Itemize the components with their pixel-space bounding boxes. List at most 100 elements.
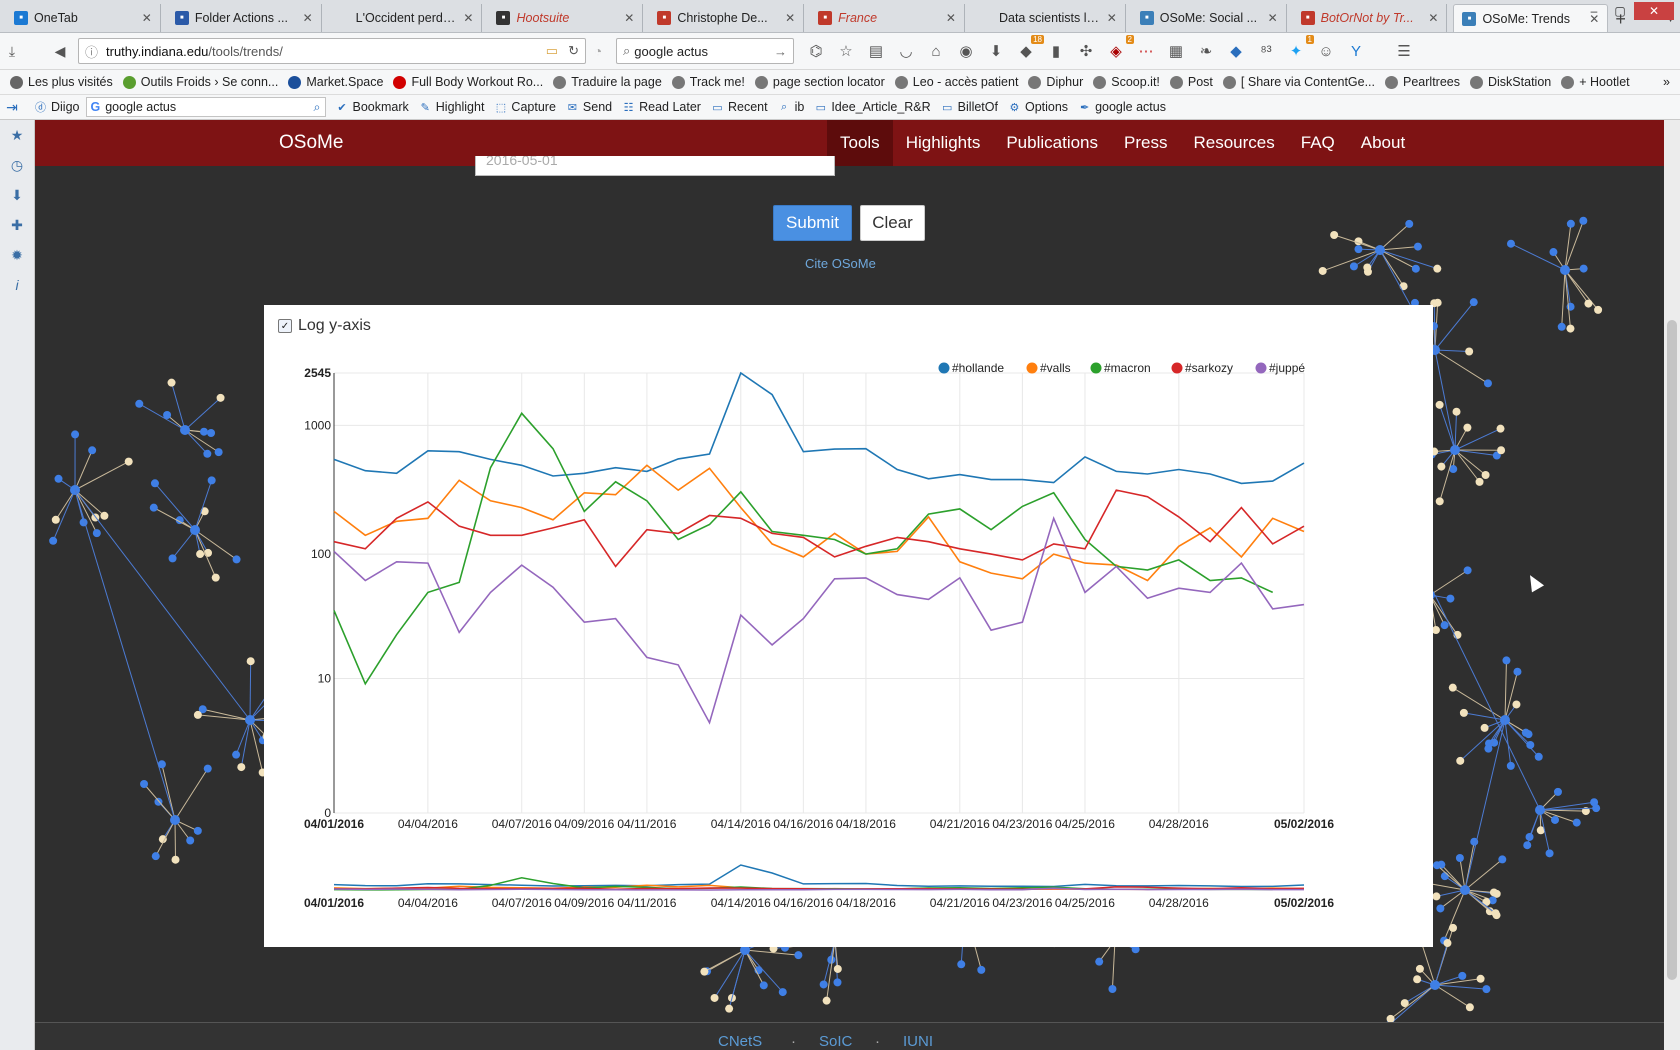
diigo-item[interactable]: ▭ Recent	[711, 100, 767, 114]
rss-icon[interactable]: ◔	[586, 39, 610, 63]
diigo-item[interactable]: ✔ Bookmark	[336, 100, 408, 114]
diigo-search-input[interactable]: google actus	[105, 100, 308, 114]
nav-publications[interactable]: Publications	[993, 120, 1111, 166]
chat-icon[interactable]: ◉	[954, 39, 978, 63]
bookmark-item[interactable]: + Hootlet	[1561, 75, 1630, 89]
page-scrollbar[interactable]	[1664, 120, 1680, 1050]
close-tab-icon[interactable]: ✕	[1107, 11, 1117, 25]
bookmarks-overflow-icon[interactable]: »	[1663, 75, 1670, 89]
leaf-icon[interactable]: ❧	[1194, 39, 1218, 63]
diigo-item[interactable]: ☷ Read Later	[622, 100, 701, 114]
diigo-item[interactable]: ⬚ Capture	[494, 100, 556, 114]
close-tab-icon[interactable]: ✕	[946, 11, 956, 25]
extension-badge-icon[interactable]: ◆ 18	[1014, 35, 1044, 63]
minimize-button[interactable]: –	[1582, 2, 1606, 20]
bookmark-item[interactable]: Traduire la page	[553, 75, 662, 89]
end-date-input[interactable]: 2016-05-01	[475, 156, 835, 176]
footer-link-soic[interactable]: SoIC	[819, 1033, 852, 1050]
nav-highlights[interactable]: Highlights	[893, 120, 994, 166]
diigo-menu[interactable]: ⓓ Diigo	[34, 100, 80, 114]
browser-tab[interactable]: ■ Christophe De... ✕	[649, 4, 805, 32]
nav-resources[interactable]: Resources	[1180, 120, 1287, 166]
bookmark-item[interactable]: Outils Froids › Se conn...	[122, 75, 278, 89]
close-window-button[interactable]: ✕	[1634, 2, 1674, 20]
bookmark-item[interactable]: Leo - accès patient	[894, 75, 1018, 89]
bookmark-item[interactable]: Market.Space	[288, 75, 383, 89]
log-axis-toggle[interactable]: ✓ Log y-axis	[278, 317, 371, 335]
site-brand[interactable]: OSoMe	[279, 120, 343, 166]
pocket-icon[interactable]: ◡	[894, 39, 918, 63]
cite-link[interactable]: Cite OSoMe	[805, 256, 876, 271]
diigo-item[interactable]: ⚙ Options	[1008, 100, 1069, 114]
bookmark-item[interactable]: Les plus visités	[10, 75, 113, 89]
bookmark-item[interactable]: Full Body Workout Ro...	[393, 75, 543, 89]
downloads-icon[interactable]: ⬇	[0, 180, 34, 210]
bookmark-item[interactable]: Post	[1169, 75, 1213, 89]
close-tab-icon[interactable]: ✕	[624, 11, 634, 25]
close-tab-icon[interactable]: ✕	[785, 11, 795, 25]
diigo-item[interactable]: ✎ Highlight	[419, 100, 485, 114]
submit-button[interactable]: Submit	[773, 205, 852, 241]
nav-faq[interactable]: FAQ	[1288, 120, 1348, 166]
log-axis-checkbox[interactable]: ✓	[278, 319, 292, 333]
diigo-item[interactable]: ⌕ ib	[778, 100, 804, 114]
search-input[interactable]: google actus	[634, 44, 774, 59]
browser-tab[interactable]: L'Occident perdra ? ✕	[328, 4, 483, 32]
counter-icon[interactable]: ⁸³	[1254, 39, 1278, 63]
nav-press[interactable]: Press	[1111, 120, 1180, 166]
clipboard-icon[interactable]: ▮	[1044, 39, 1068, 63]
nav-about[interactable]: About	[1348, 120, 1418, 166]
browser-tab[interactable]: ■ OneTab ✕	[6, 4, 161, 32]
browser-tab[interactable]: ■ BotOrNot by Tr... ✕	[1293, 4, 1448, 32]
history-icon[interactable]: ◷	[0, 150, 34, 180]
info-icon[interactable]: i	[0, 270, 34, 300]
browser-tab[interactable]: ■ OSoMe: Social ... ✕	[1132, 4, 1287, 32]
home-icon[interactable]: ⌂	[924, 39, 948, 63]
emoji-icon[interactable]: ☺	[1314, 39, 1338, 63]
diigo-item[interactable]: ✉ Send	[566, 100, 612, 114]
reading-list-icon[interactable]: ▤	[864, 39, 888, 63]
bookmark-item[interactable]: Scoop.it!	[1093, 75, 1160, 89]
layers-icon[interactable]: ◆	[1224, 39, 1248, 63]
close-tab-icon[interactable]: ✕	[463, 11, 473, 25]
folder-icon[interactable]: ▭	[546, 43, 558, 59]
browser-tab[interactable]: ■ Folder Actions ... ✕	[167, 4, 322, 32]
search-go-icon[interactable]: →	[774, 44, 787, 59]
diigo-sidebar-icon[interactable]: ⇥	[0, 95, 24, 119]
maximize-button[interactable]: ▢	[1608, 2, 1632, 20]
search-bar[interactable]: ⌕ google actus →	[616, 38, 794, 64]
browser-tab[interactable]: ■ France ✕	[810, 4, 965, 32]
footer-link-cnets[interactable]: CNetS	[718, 1033, 762, 1050]
close-tab-icon[interactable]: ✕	[1268, 11, 1278, 25]
bookmark-item[interactable]: Diphur	[1028, 75, 1083, 89]
bookmark-item[interactable]: Pearltrees	[1385, 75, 1460, 89]
bookmark-item[interactable]: DiskStation	[1470, 75, 1551, 89]
scrollbar-thumb[interactable]	[1667, 320, 1677, 980]
star-icon[interactable]: ☆	[834, 39, 858, 63]
search-icon[interactable]: ⌕	[313, 100, 320, 115]
clear-button[interactable]: Clear	[860, 205, 925, 241]
bookmark-item[interactable]: page section locator	[754, 75, 885, 89]
y-icon[interactable]: Y	[1344, 39, 1368, 63]
puzzle-icon[interactable]: ✣	[1074, 39, 1098, 63]
info-icon[interactable]: ⓘ	[85, 42, 98, 61]
close-tab-icon[interactable]: ✕	[303, 11, 313, 25]
url-bar[interactable]: ⓘ truthy.indiana.edu/tools/trends/ ▭ ↻	[78, 38, 586, 64]
diigo-item[interactable]: ✒ google actus	[1078, 100, 1166, 114]
settings-gear-icon[interactable]: ✹	[0, 240, 34, 270]
addons-icon[interactable]: ✚	[0, 210, 34, 240]
grid-icon[interactable]: ▦	[1164, 39, 1188, 63]
reload-icon[interactable]: ↻	[568, 43, 579, 59]
diigo-menu-icon[interactable]: ⤓	[0, 39, 24, 63]
diigo-item[interactable]: ▭ Idee_Article_R&R	[814, 100, 931, 114]
twitter-ext-icon[interactable]: ✦ 1	[1284, 35, 1314, 63]
download-icon[interactable]: ⬇	[984, 39, 1008, 63]
bookmark-star-icon[interactable]: ★	[0, 120, 34, 150]
back-icon[interactable]: ◀	[48, 39, 72, 63]
binoculars-icon[interactable]: ⌬	[804, 39, 828, 63]
nav-tools[interactable]: Tools	[827, 120, 893, 166]
diigo-search[interactable]: G google actus ⌕	[85, 97, 326, 117]
close-tab-icon[interactable]: ✕	[1428, 11, 1438, 25]
bookmark-item[interactable]: [ Share via ContentGe...	[1222, 75, 1375, 89]
browser-tab[interactable]: Data scientists laun... ✕	[971, 4, 1126, 32]
